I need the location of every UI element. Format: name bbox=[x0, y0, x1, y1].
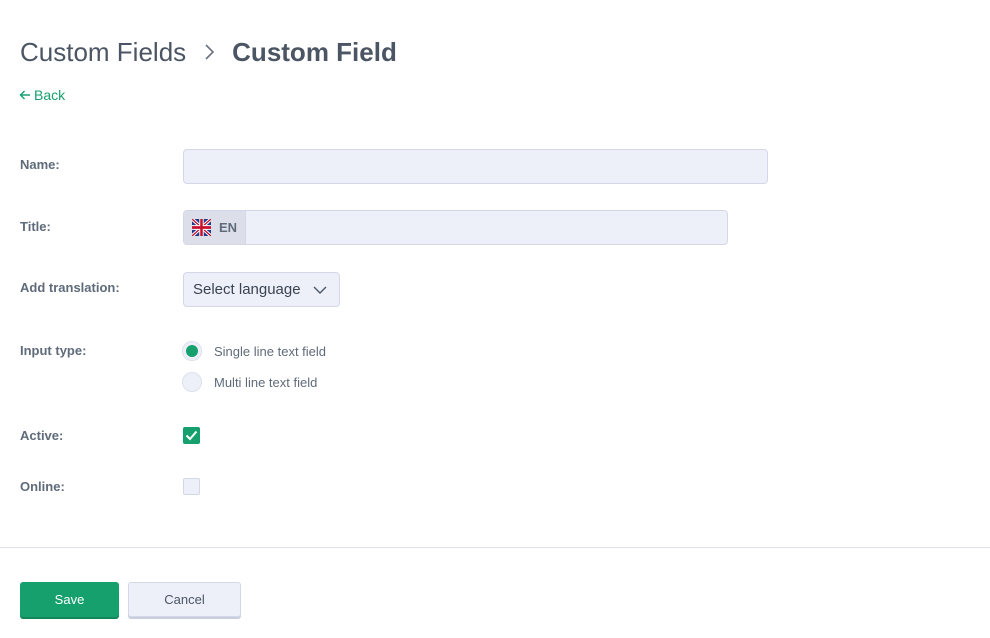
chevron-down-icon bbox=[313, 286, 327, 294]
active-label: Active: bbox=[20, 428, 64, 443]
radio-label-single-line: Single line text field bbox=[214, 343, 327, 359]
name-label: Name: bbox=[20, 157, 60, 172]
breadcrumb-parent-link[interactable]: Custom Fields bbox=[20, 37, 186, 68]
save-button[interactable]: Save bbox=[20, 582, 119, 617]
language-select[interactable]: Select language bbox=[183, 272, 340, 307]
online-checkbox[interactable] bbox=[183, 478, 200, 495]
arrow-left-icon bbox=[19, 90, 30, 100]
page-title: Custom Field bbox=[232, 36, 397, 67]
language-select-value: Select language bbox=[193, 281, 301, 298]
language-code: EN bbox=[219, 220, 238, 235]
title-input[interactable] bbox=[246, 211, 727, 244]
divider bbox=[0, 547, 990, 548]
checkmark-icon bbox=[185, 430, 198, 441]
cancel-button[interactable]: Cancel bbox=[128, 582, 241, 617]
back-link[interactable]: Back bbox=[19, 87, 65, 103]
radio-multi-line[interactable]: Multi line text field bbox=[182, 372, 317, 392]
add-translation-label: Add translation: bbox=[20, 280, 120, 295]
back-link-label: Back bbox=[34, 87, 66, 103]
active-checkbox[interactable] bbox=[183, 427, 200, 444]
input-type-label: Input type: bbox=[20, 343, 87, 358]
title-input-group: EN bbox=[183, 210, 728, 245]
radio-label-multi-line: Multi line text field bbox=[214, 374, 318, 390]
radio-button-selected[interactable] bbox=[182, 341, 202, 361]
name-input[interactable] bbox=[183, 149, 768, 184]
online-label: Online: bbox=[20, 479, 65, 494]
language-prefix: EN bbox=[184, 211, 246, 244]
breadcrumb: Custom Fields Custom Field bbox=[20, 34, 397, 70]
uk-flag-icon bbox=[192, 219, 211, 236]
chevron-right-icon bbox=[198, 40, 222, 64]
title-label: Title: bbox=[20, 219, 51, 234]
radio-button[interactable] bbox=[182, 372, 202, 392]
radio-single-line[interactable]: Single line text field bbox=[182, 341, 326, 361]
